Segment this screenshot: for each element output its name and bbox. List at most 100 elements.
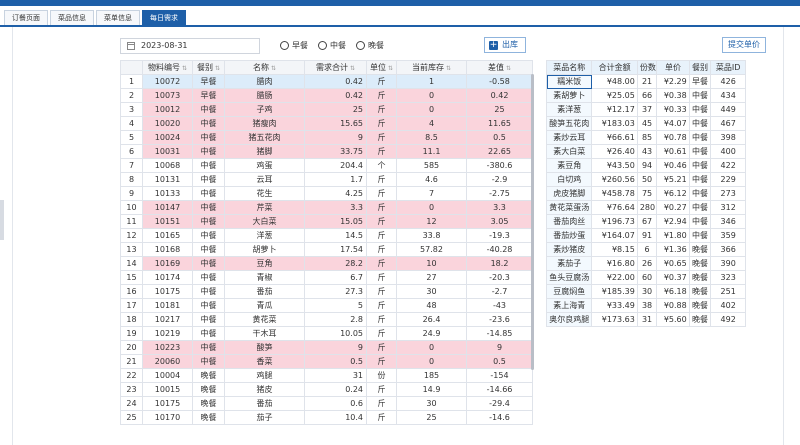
sort-icon[interactable]: ⇅ — [182, 65, 187, 72]
table-cell[interactable]: ¥0.78 — [656, 130, 690, 145]
table-cell[interactable]: ¥1.36 — [656, 242, 690, 257]
table-cell: 中餐 — [192, 200, 225, 215]
column-header[interactable]: 当前库存 ⇅ — [396, 60, 467, 75]
table-row[interactable]: 14 10169 中餐 豆角 28.2 斤 10 18.2 — [120, 256, 533, 271]
list-item[interactable]: 素上海青 ¥33.49 38 ¥0.88 晚餐 402 — [545, 298, 746, 313]
sort-icon[interactable]: ⇅ — [388, 65, 393, 72]
sort-icon[interactable]: ⇅ — [446, 65, 451, 72]
tab-dish-info[interactable]: 菜品信息 — [50, 10, 94, 26]
sidebar-collapse-handle[interactable] — [0, 200, 4, 240]
table-cell[interactable]: ¥0.38 — [656, 88, 690, 103]
tab-daily-demand[interactable]: 每日需求 — [142, 10, 186, 26]
table-cell: 18.2 — [466, 256, 533, 271]
list-item[interactable]: 素炒猪皮 ¥8.15 6 ¥1.36 晚餐 366 — [545, 242, 746, 257]
table-row[interactable]: 18 10217 中餐 黄花菜 2.8 斤 26.4 -23.6 — [120, 312, 533, 327]
table-cell[interactable]: ¥2.94 — [656, 214, 690, 229]
table-cell: 斤 — [366, 228, 397, 243]
table-cell[interactable]: ¥0.33 — [656, 102, 690, 117]
sort-icon[interactable]: ⇅ — [271, 65, 276, 72]
table-cell[interactable]: ¥5.21 — [656, 172, 690, 187]
list-item[interactable]: 豆腐焖鱼 ¥185.39 30 ¥6.18 晚餐 251 — [545, 284, 746, 299]
date-picker[interactable]: 2023-08-31 — [120, 38, 260, 54]
table-row[interactable]: 22 10004 晚餐 鸡腿 31 份 185 -154 — [120, 368, 533, 383]
column-header[interactable]: 餐别 — [688, 60, 712, 75]
list-item[interactable]: 酸笋五花肉 ¥183.03 45 ¥4.07 中餐 467 — [545, 116, 746, 131]
submit-price-button[interactable]: 提交单价 — [722, 37, 766, 53]
list-item[interactable]: 素大白菜 ¥26.40 43 ¥0.61 中餐 400 — [545, 144, 746, 159]
table-cell[interactable]: ¥6.18 — [656, 284, 690, 299]
list-item[interactable]: 番茄肉丝 ¥196.73 67 ¥2.94 中餐 346 — [545, 214, 746, 229]
table-cell[interactable]: ¥4.07 — [656, 116, 690, 131]
export-button[interactable]: + 出库 — [484, 37, 526, 53]
column-header[interactable]: 单价 — [656, 60, 690, 75]
table-cell[interactable]: ¥0.46 — [656, 158, 690, 173]
sort-icon[interactable]: ⇅ — [215, 65, 220, 72]
column-header[interactable]: 需求合计 ⇅ — [304, 60, 367, 75]
table-cell[interactable]: ¥1.80 — [656, 228, 690, 243]
table-row[interactable]: 13 10168 中餐 胡萝卜 17.54 斤 57.82 -40.28 — [120, 242, 533, 257]
table-row[interactable]: 3 10012 中餐 子鸡 25 斤 0 25 — [120, 102, 533, 117]
sort-icon[interactable]: ⇅ — [506, 65, 511, 72]
table-cell: 1 — [396, 74, 467, 89]
table-row[interactable]: 12 10165 中餐 洋葱 14.5 斤 33.8 -19.3 — [120, 228, 533, 243]
list-item[interactable]: 奥尔良鸡腿 ¥173.63 31 ¥5.60 晚餐 492 — [545, 312, 746, 327]
table-cell[interactable]: ¥5.60 — [656, 312, 690, 327]
column-header[interactable]: 物料编号 ⇅ — [142, 60, 193, 75]
list-item[interactable]: 素炒云耳 ¥66.61 85 ¥0.78 中餐 398 — [545, 130, 746, 145]
table-cell[interactable]: ¥0.65 — [656, 256, 690, 271]
list-item[interactable]: 素豆角 ¥43.50 94 ¥0.46 中餐 422 — [545, 158, 746, 173]
table-row[interactable]: 4 10020 中餐 猪瘦肉 15.65 斤 4 11.65 — [120, 116, 533, 131]
table-row[interactable]: 20 10223 中餐 酸笋 9 斤 0 9 — [120, 340, 533, 355]
tab-menu-info[interactable]: 菜单信息 — [96, 10, 140, 26]
table-row[interactable]: 7 10068 中餐 鸡蛋 204.4 个 585 -380.6 — [120, 158, 533, 173]
column-header[interactable]: 合计金额 — [591, 60, 638, 75]
table-row[interactable]: 23 10015 晚餐 猪皮 0.24 斤 14.9 -14.66 — [120, 382, 533, 397]
table-cell[interactable]: ¥6.12 — [656, 186, 690, 201]
table-row[interactable]: 16 10175 中餐 番茄 27.3 斤 30 -2.7 — [120, 284, 533, 299]
column-header[interactable]: 份数 — [636, 60, 658, 75]
table-row[interactable]: 6 10031 中餐 猪脚 33.75 斤 11.1 22.65 — [120, 144, 533, 159]
table-cell: ¥66.61 — [591, 130, 638, 145]
radio-lunch[interactable]: 中餐 — [318, 40, 346, 51]
table-row[interactable]: 19 10219 中餐 干木耳 10.05 斤 24.9 -14.85 — [120, 326, 533, 341]
column-header[interactable]: 餐别 ⇅ — [192, 60, 225, 75]
radio-dinner[interactable]: 晚餐 — [356, 40, 384, 51]
list-item[interactable]: 糯米饭 ¥48.00 21 ¥2.29 早餐 426 — [545, 74, 746, 89]
column-header[interactable]: 差值 ⇅ — [466, 60, 533, 75]
table-cell[interactable]: ¥0.88 — [656, 298, 690, 313]
column-header[interactable]: 菜品名称 — [545, 60, 593, 75]
table-row[interactable]: 8 10131 中餐 云耳 1.7 斤 4.6 -2.9 — [120, 172, 533, 187]
table-row[interactable]: 24 10175 晚餐 番茄 0.6 斤 30 -29.4 — [120, 396, 533, 411]
table-row[interactable]: 15 10174 中餐 青椒 6.7 斤 27 -20.3 — [120, 270, 533, 285]
list-item[interactable]: 虎皮猪脚 ¥458.78 75 ¥6.12 中餐 273 — [545, 186, 746, 201]
table-row[interactable]: 10 10147 中餐 芹菜 3.3 斤 0 3.3 — [120, 200, 533, 215]
table-row[interactable]: 9 10133 中餐 花生 4.25 斤 7 -2.75 — [120, 186, 533, 201]
table-row[interactable]: 25 10170 晚餐 茄子 10.4 斤 25 -14.6 — [120, 410, 533, 425]
column-header[interactable]: 名称 ⇅ — [224, 60, 305, 75]
table-cell: 青瓜 — [224, 298, 305, 313]
table-row[interactable]: 1 10072 早餐 腊肉 0.42 斤 1 -0.58 — [120, 74, 533, 89]
table-scrollbar[interactable] — [531, 74, 534, 370]
list-item[interactable]: 素茄子 ¥16.80 26 ¥0.65 晚餐 390 — [545, 256, 746, 271]
list-item[interactable]: 黄花菜蛋汤 ¥76.64 280 ¥0.27 中餐 312 — [545, 200, 746, 215]
table-row[interactable]: 17 10181 中餐 青瓜 5 斤 48 -43 — [120, 298, 533, 313]
table-row[interactable]: 21 20060 中餐 香菜 0.5 斤 0 0.5 — [120, 354, 533, 369]
list-item[interactable]: 白切鸡 ¥260.56 50 ¥5.21 中餐 229 — [545, 172, 746, 187]
tab-order-page[interactable]: 订餐页面 — [4, 10, 48, 26]
table-row[interactable]: 11 10151 中餐 大白菜 15.05 斤 12 3.05 — [120, 214, 533, 229]
list-item[interactable]: 鱼头豆腐汤 ¥22.00 60 ¥0.37 晚餐 323 — [545, 270, 746, 285]
list-item[interactable]: 番茄炒蛋 ¥164.07 91 ¥1.80 中餐 359 — [545, 228, 746, 243]
list-item[interactable]: 素胡萝卜 ¥25.05 66 ¥0.38 中餐 434 — [545, 88, 746, 103]
radio-breakfast[interactable]: 早餐 — [280, 40, 308, 51]
column-header[interactable]: 单位 ⇅ — [366, 60, 397, 75]
column-header[interactable]: 菜品ID — [710, 60, 746, 75]
list-item[interactable]: 素洋葱 ¥12.17 37 ¥0.33 中餐 449 — [545, 102, 746, 117]
table-cell: -19.3 — [466, 228, 533, 243]
table-cell[interactable]: ¥2.29 — [656, 74, 690, 89]
table-cell[interactable]: ¥0.37 — [656, 270, 690, 285]
table-cell[interactable]: ¥0.27 — [656, 200, 690, 215]
table-cell[interactable]: ¥0.61 — [656, 144, 690, 159]
table-row[interactable]: 5 10024 中餐 猪五花肉 9 斤 8.5 0.5 — [120, 130, 533, 145]
table-row[interactable]: 2 10073 早餐 腊肠 0.42 斤 0 0.42 — [120, 88, 533, 103]
sort-icon[interactable]: ⇅ — [350, 65, 355, 72]
